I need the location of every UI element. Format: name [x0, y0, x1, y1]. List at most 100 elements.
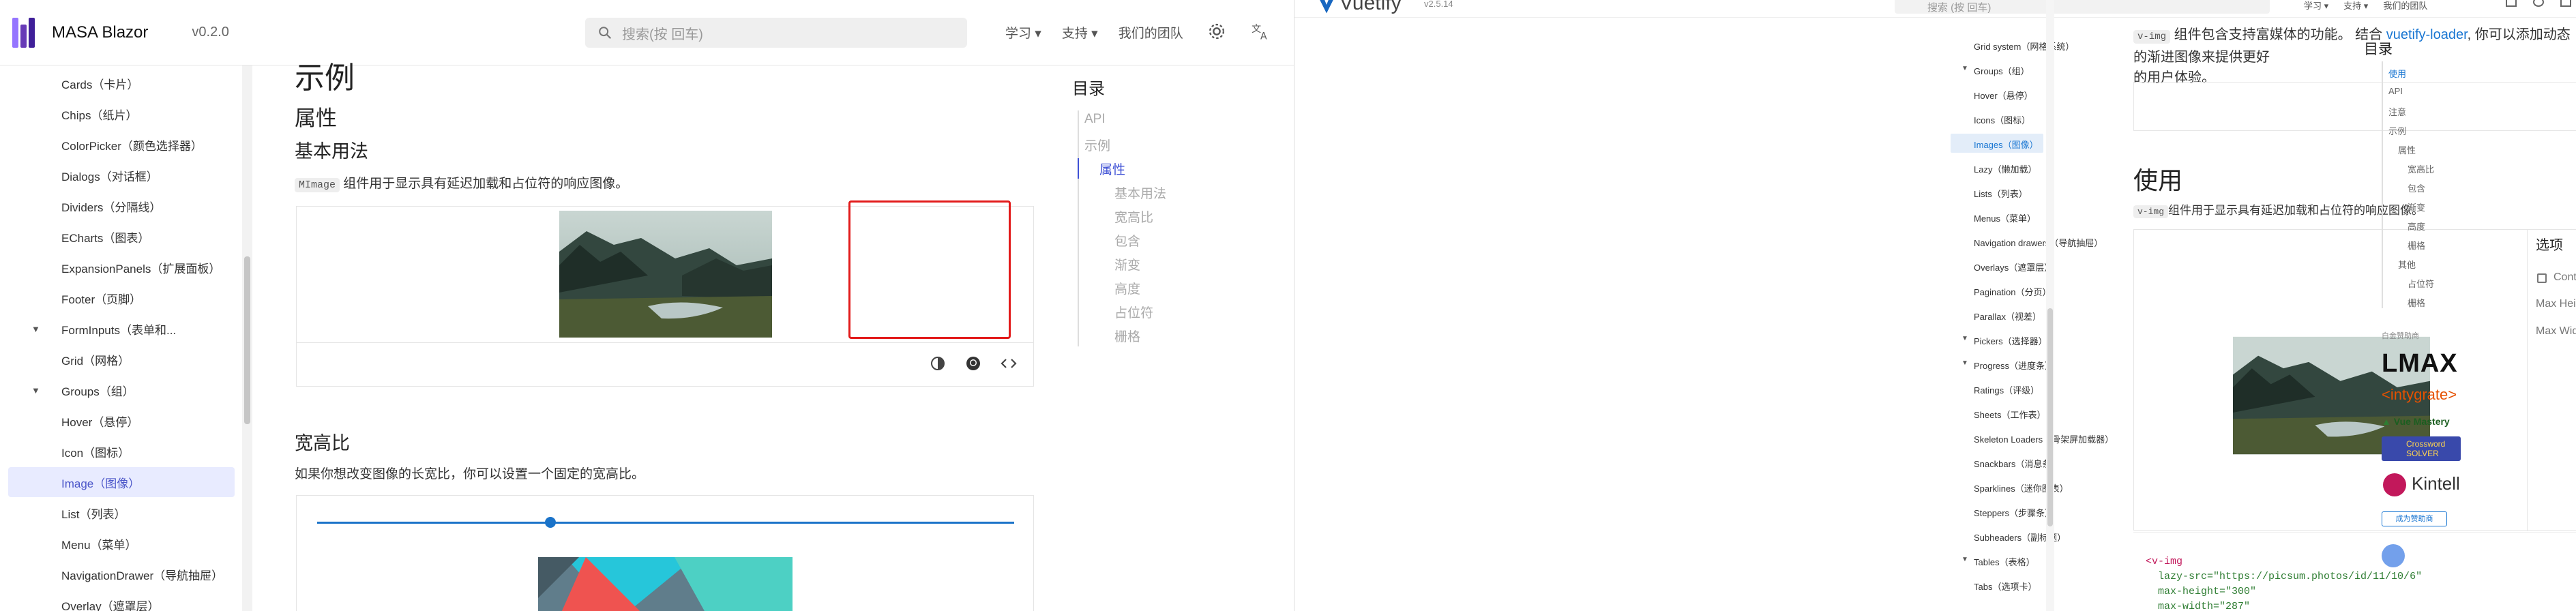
- contain-checkbox[interactable]: [2537, 273, 2547, 283]
- ratio-slider-thumb[interactable]: [545, 517, 556, 528]
- chevron-down-icon[interactable]: ▼: [31, 324, 40, 334]
- vuetify-sidebar-item[interactable]: Tables（表格）: [1974, 555, 2035, 568]
- vuetify-sidebar-item[interactable]: Sheets（工作表）: [1974, 408, 2045, 421]
- vuetify-sidebar-item[interactable]: Ratings（评级）: [1974, 383, 2039, 396]
- kintell-mark-icon: [2383, 473, 2406, 496]
- sidebar-item[interactable]: Cards（卡片）: [0, 68, 236, 98]
- section-title-examples: 示例: [295, 61, 355, 95]
- vuetify-toc-item[interactable]: 注意: [2388, 105, 2406, 118]
- highlight-box: [848, 200, 1011, 339]
- toc-item[interactable]: 占位符: [1114, 303, 1153, 321]
- playground-preview-top: [2134, 230, 2516, 248]
- become-sponsor-button[interactable]: 成为赞助商: [2382, 511, 2447, 526]
- vuetify-sidebar-item[interactable]: Menus（菜单）: [1974, 211, 2036, 224]
- toc-item[interactable]: 属性: [1099, 160, 1125, 178]
- toc-item[interactable]: 基本用法: [1114, 183, 1166, 202]
- vue-mastery-logo[interactable]: ▲ Vue Mastery: [2382, 416, 2450, 427]
- toc-active-indicator: [1078, 158, 1079, 179]
- vuetify-toc-item[interactable]: 属性: [2398, 143, 2416, 156]
- vuetify-toc-item[interactable]: 栅格: [2408, 296, 2425, 309]
- vuetify-toc-item[interactable]: 其他: [2398, 258, 2416, 271]
- chevron-down-icon[interactable]: ▼: [1961, 335, 1968, 342]
- sidebar-item[interactable]: NavigationDrawer（导航抽屉）: [0, 559, 236, 589]
- avatar[interactable]: [2382, 544, 2405, 567]
- vuetify-sidebar-item[interactable]: Steppers（步骤条）: [1974, 506, 2054, 519]
- crossword-solver-logo[interactable]: Crossword SOLVER: [2382, 436, 2461, 461]
- vuetify-sidebar-item[interactable]: Pagination（分页）: [1974, 285, 2051, 298]
- vuetify-toc-item[interactable]: 示例: [2388, 124, 2406, 137]
- vuetify-toc-item[interactable]: 高度: [2408, 220, 2425, 233]
- vuetify-toc-item[interactable]: 使用: [2388, 67, 2406, 80]
- chevron-down-icon[interactable]: ▼: [1961, 359, 1968, 367]
- sidebar-item[interactable]: ColorPicker（颜色选择器）: [0, 130, 236, 160]
- brand-title[interactable]: MASA Blazor: [52, 23, 148, 42]
- github-icon[interactable]: [965, 355, 981, 372]
- chevron-down-icon[interactable]: ▼: [1961, 65, 1968, 72]
- toc-item[interactable]: 包含: [1114, 231, 1140, 250]
- sidebar-item[interactable]: Hover（悬停）: [0, 406, 236, 436]
- usage-code: v-img: [2133, 205, 2169, 218]
- chevron-down-icon[interactable]: ▼: [1961, 556, 1968, 563]
- vuetify-sidebar-item[interactable]: Hover（悬停）: [1974, 89, 2033, 102]
- settings-gear-icon[interactable]: [1207, 22, 1226, 41]
- kintell-logo[interactable]: Kintell: [2412, 473, 2460, 494]
- search-placeholder: 搜索(按 回车): [622, 27, 703, 42]
- sidebar-item[interactable]: List（列表）: [0, 498, 236, 528]
- sidebar-item[interactable]: Chips（纸片）: [0, 99, 236, 129]
- chevron-down-icon[interactable]: ▼: [31, 385, 40, 396]
- vuetify-sidebar-scrollbar[interactable]: [2046, 0, 2054, 611]
- toc-rail: [1078, 110, 1079, 346]
- sidebar-item[interactable]: Icon（图标）: [0, 436, 236, 466]
- vuetify-sidebar-item[interactable]: Pickers（选择器）: [1974, 334, 2047, 347]
- nav-team[interactable]: 我们的团队: [1119, 23, 1183, 42]
- vuetify-toc-item[interactable]: 包含: [2408, 181, 2425, 194]
- lmax-logo[interactable]: LMAX: [2382, 349, 2458, 378]
- sidebar-item[interactable]: ▼ Groups（组）: [0, 375, 236, 405]
- vuetify-toc-title: 目录: [2364, 42, 2393, 57]
- sidebar-item[interactable]: ▼ FormInputs（表单和...: [0, 314, 236, 344]
- translate-icon[interactable]: 文A: [1251, 22, 1270, 41]
- vuetify-sidebar-item[interactable]: Parallax（视差）: [1974, 310, 2041, 323]
- code-icon[interactable]: [1001, 355, 1017, 372]
- vuetify-loader-link[interactable]: vuetify-loader: [2386, 27, 2468, 42]
- intygrate-logo[interactable]: <intygrate>: [2382, 386, 2457, 404]
- ratio-example-card: [296, 495, 1034, 611]
- nav-learn[interactable]: 学习 ▾: [1005, 23, 1041, 42]
- vuetify-sidebar-item[interactable]: Tabs（选项卡）: [1974, 580, 2037, 593]
- vuetify-toc-item[interactable]: 占位符: [2408, 277, 2434, 290]
- vuetify-toc-item[interactable]: 栅格: [2408, 239, 2425, 252]
- ratio-slider-track[interactable]: [317, 522, 1014, 524]
- toc-item[interactable]: 高度: [1114, 279, 1140, 297]
- theme-toggle-icon[interactable]: [930, 355, 946, 372]
- sidebar-item[interactable]: Dialogs（对话框）: [0, 160, 236, 190]
- sidebar-item[interactable]: Overlay（遮罩层）: [0, 590, 236, 611]
- sidebar-item[interactable]: Image（图像）: [8, 467, 235, 497]
- masa-logo-icon[interactable]: [12, 17, 42, 48]
- sidebar-item[interactable]: Grid（网格）: [0, 344, 236, 374]
- toc-item[interactable]: 栅格: [1114, 327, 1140, 345]
- nav-support[interactable]: 支持 ▾: [1062, 23, 1098, 42]
- vuetify-toc-item[interactable]: 宽高比: [2408, 162, 2434, 175]
- sidebar-item[interactable]: Dividers（分隔线）: [0, 191, 236, 221]
- vuetify-sidebar-item[interactable]: Lists（列表）: [1974, 187, 2028, 200]
- ratio-description: 如果你想改变图像的长宽比，你可以设置一个固定的宽高比。: [295, 467, 645, 481]
- vuetify-sidebar-item[interactable]: Icons（图标）: [1974, 113, 2030, 126]
- sidebar-item[interactable]: ExpansionPanels（扩展面板）: [0, 252, 236, 282]
- vuetify-toc-item[interactable]: 渐变: [2408, 200, 2425, 213]
- toc-item[interactable]: API: [1084, 112, 1106, 127]
- search-input[interactable]: 搜索(按 回车): [585, 18, 967, 48]
- vuetify-sidebar-item[interactable]: Progress（进度条）: [1974, 359, 2054, 372]
- sidebar-item[interactable]: Menu（菜单）: [0, 528, 236, 558]
- sidebar-scrollbar[interactable]: [242, 65, 252, 611]
- toc-item[interactable]: 示例: [1084, 136, 1110, 154]
- toc-item[interactable]: 渐变: [1114, 255, 1140, 273]
- vuetify-sidebar-item[interactable]: Groups（组）: [1974, 64, 2030, 77]
- version-label[interactable]: v0.2.0: [192, 25, 228, 40]
- sidebar-item[interactable]: ECharts（图表）: [0, 222, 236, 252]
- vuetify-sidebar-item[interactable]: Overlays（遮罩层）: [1974, 260, 2053, 273]
- sidebar-item[interactable]: Footer（页脚）: [0, 283, 236, 313]
- vuetify-sidebar-item[interactable]: Lazy（懒加载）: [1974, 162, 2037, 175]
- vuetify-toc-item[interactable]: API: [2388, 86, 2403, 96]
- vuetify-sidebar-item[interactable]: Images（图像）: [1974, 138, 2039, 151]
- toc-item[interactable]: 宽高比: [1114, 207, 1153, 226]
